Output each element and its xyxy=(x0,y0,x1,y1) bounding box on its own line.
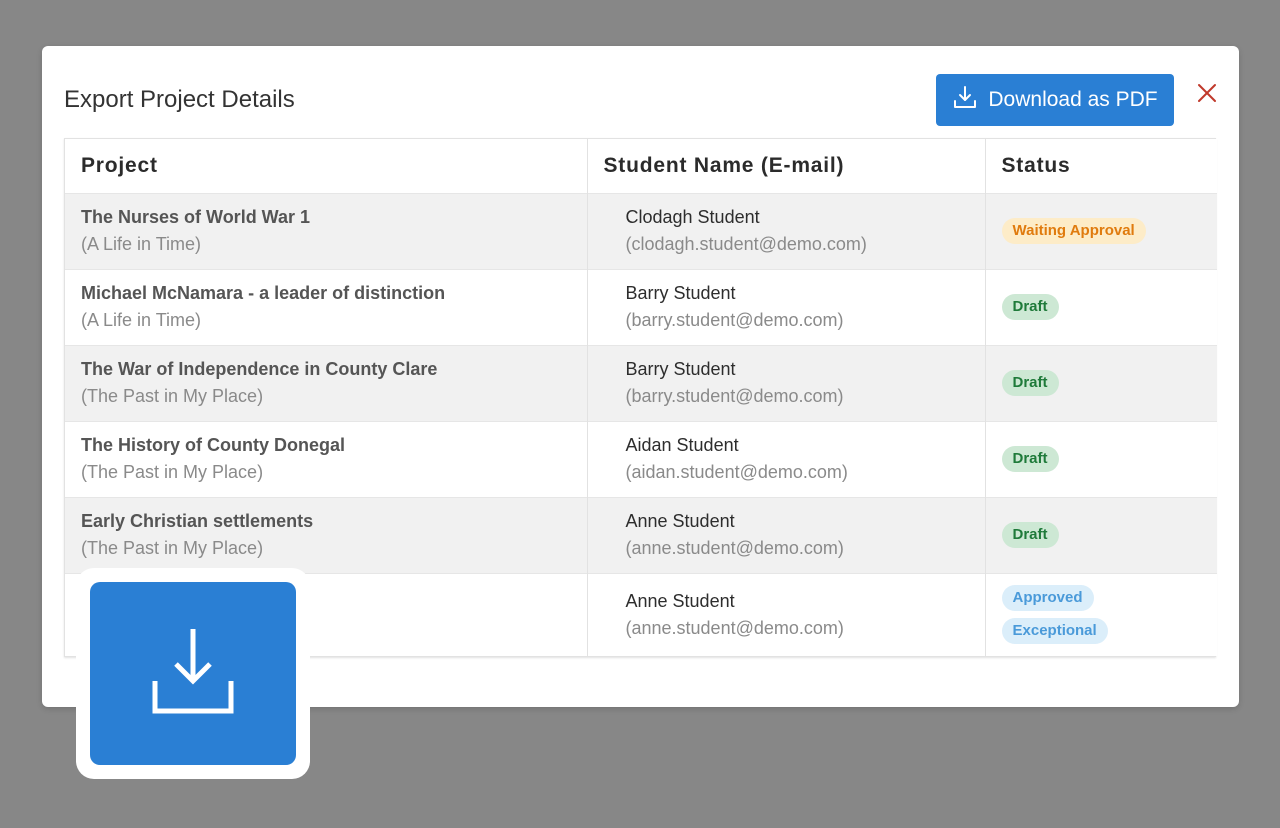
status-badge: Exceptional xyxy=(1001,618,1108,645)
project-category: (A Life in Time) xyxy=(81,310,202,330)
student-name: Barry Student xyxy=(625,283,736,303)
project-cell: The History of County Donegal (The Past … xyxy=(65,420,588,497)
status-cell: Draft xyxy=(985,420,1217,497)
project-category: (The Past in My Place) xyxy=(81,386,264,406)
student-email: (anne.student@demo.com) xyxy=(625,538,844,558)
download-icon-tile xyxy=(90,582,296,765)
download-app-icon xyxy=(76,568,310,779)
status-badge: Draft xyxy=(1001,370,1059,396)
student-name: Anne Student xyxy=(625,590,735,611)
project-name: The War of Independence in County Clare xyxy=(81,359,438,379)
status-badge-group: Approved Exceptional xyxy=(1001,585,1218,645)
status-cell: Waiting Approval xyxy=(985,192,1217,269)
project-cell: Early Christian settlements (The Past in… xyxy=(65,496,588,573)
student-email: (barry.student@demo.com) xyxy=(625,386,844,406)
student-cell: Barry Student (barry.student@demo.com) xyxy=(587,344,986,421)
project-category: (A Life in Time) xyxy=(81,234,202,254)
status-cell: Draft xyxy=(985,268,1217,345)
student-cell: Aidan Student (aidan.student@demo.com) xyxy=(587,420,986,497)
project-name: The History of County Donegal xyxy=(81,435,346,455)
project-name: The Nurses of World War 1 xyxy=(81,207,311,227)
close-icon xyxy=(1194,84,1220,109)
status-badge: Draft xyxy=(1001,446,1059,472)
column-header-student[interactable]: Student Name (E-mail) xyxy=(587,139,986,193)
project-cell: The Nurses of World War 1 (A Life in Tim… xyxy=(65,192,588,269)
project-name: Michael McNamara - a leader of distincti… xyxy=(81,283,446,303)
table-row[interactable]: The War of Independence in County Clare … xyxy=(65,344,1217,421)
status-badge: Draft xyxy=(1001,522,1059,548)
table-header-row: Project Student Name (E-mail) Status xyxy=(65,139,1217,193)
project-name: Early Christian settlements xyxy=(81,511,314,531)
column-header-project[interactable]: Project xyxy=(65,139,588,193)
student-name: Clodagh Student xyxy=(625,207,760,227)
student-email: (clodagh.student@demo.com) xyxy=(625,234,867,254)
project-cell: Michael McNamara - a leader of distincti… xyxy=(65,268,588,345)
table-row[interactable]: The Nurses of World War 1 (A Life in Tim… xyxy=(65,192,1217,269)
student-name: Anne Student xyxy=(625,511,735,531)
project-category: (The Past in My Place) xyxy=(81,462,264,482)
table-row[interactable]: Michael McNamara - a leader of distincti… xyxy=(65,268,1217,345)
table-row[interactable]: Early Christian settlements (The Past in… xyxy=(65,496,1217,573)
student-cell: Barry Student (barry.student@demo.com) xyxy=(587,268,986,345)
student-email: (barry.student@demo.com) xyxy=(625,310,844,330)
status-badge: Waiting Approval xyxy=(1001,218,1146,244)
modal-title: Export Project Details xyxy=(64,86,295,113)
student-cell: Clodagh Student (clodagh.student@demo.co… xyxy=(587,192,986,269)
download-icon xyxy=(952,84,978,116)
student-cell: Anne Student (anne.student@demo.com) xyxy=(587,496,986,573)
project-category: (The Past in My Place) xyxy=(81,538,264,558)
download-icon xyxy=(143,621,243,726)
download-pdf-label: Download as PDF xyxy=(988,88,1158,111)
student-email: (aidan.student@demo.com) xyxy=(625,462,848,482)
status-cell: Approved Exceptional xyxy=(985,572,1218,656)
status-badge: Approved xyxy=(1001,585,1094,612)
project-cell: The War of Independence in County Clare … xyxy=(65,344,588,421)
close-button[interactable] xyxy=(1194,80,1220,106)
status-badge: Draft xyxy=(1001,294,1059,320)
status-cell: Draft xyxy=(985,496,1217,573)
student-name: Aidan Student xyxy=(625,435,739,455)
table-row[interactable]: The History of County Donegal (The Past … xyxy=(65,420,1217,497)
download-pdf-button[interactable]: Download as PDF xyxy=(936,74,1174,126)
student-email: (anne.student@demo.com) xyxy=(625,617,844,638)
student-name: Barry Student xyxy=(625,359,736,379)
student-cell: Anne Student (anne.student@demo.com) xyxy=(587,572,986,656)
column-header-status[interactable]: Status xyxy=(985,139,1217,193)
status-cell: Draft xyxy=(985,344,1217,421)
